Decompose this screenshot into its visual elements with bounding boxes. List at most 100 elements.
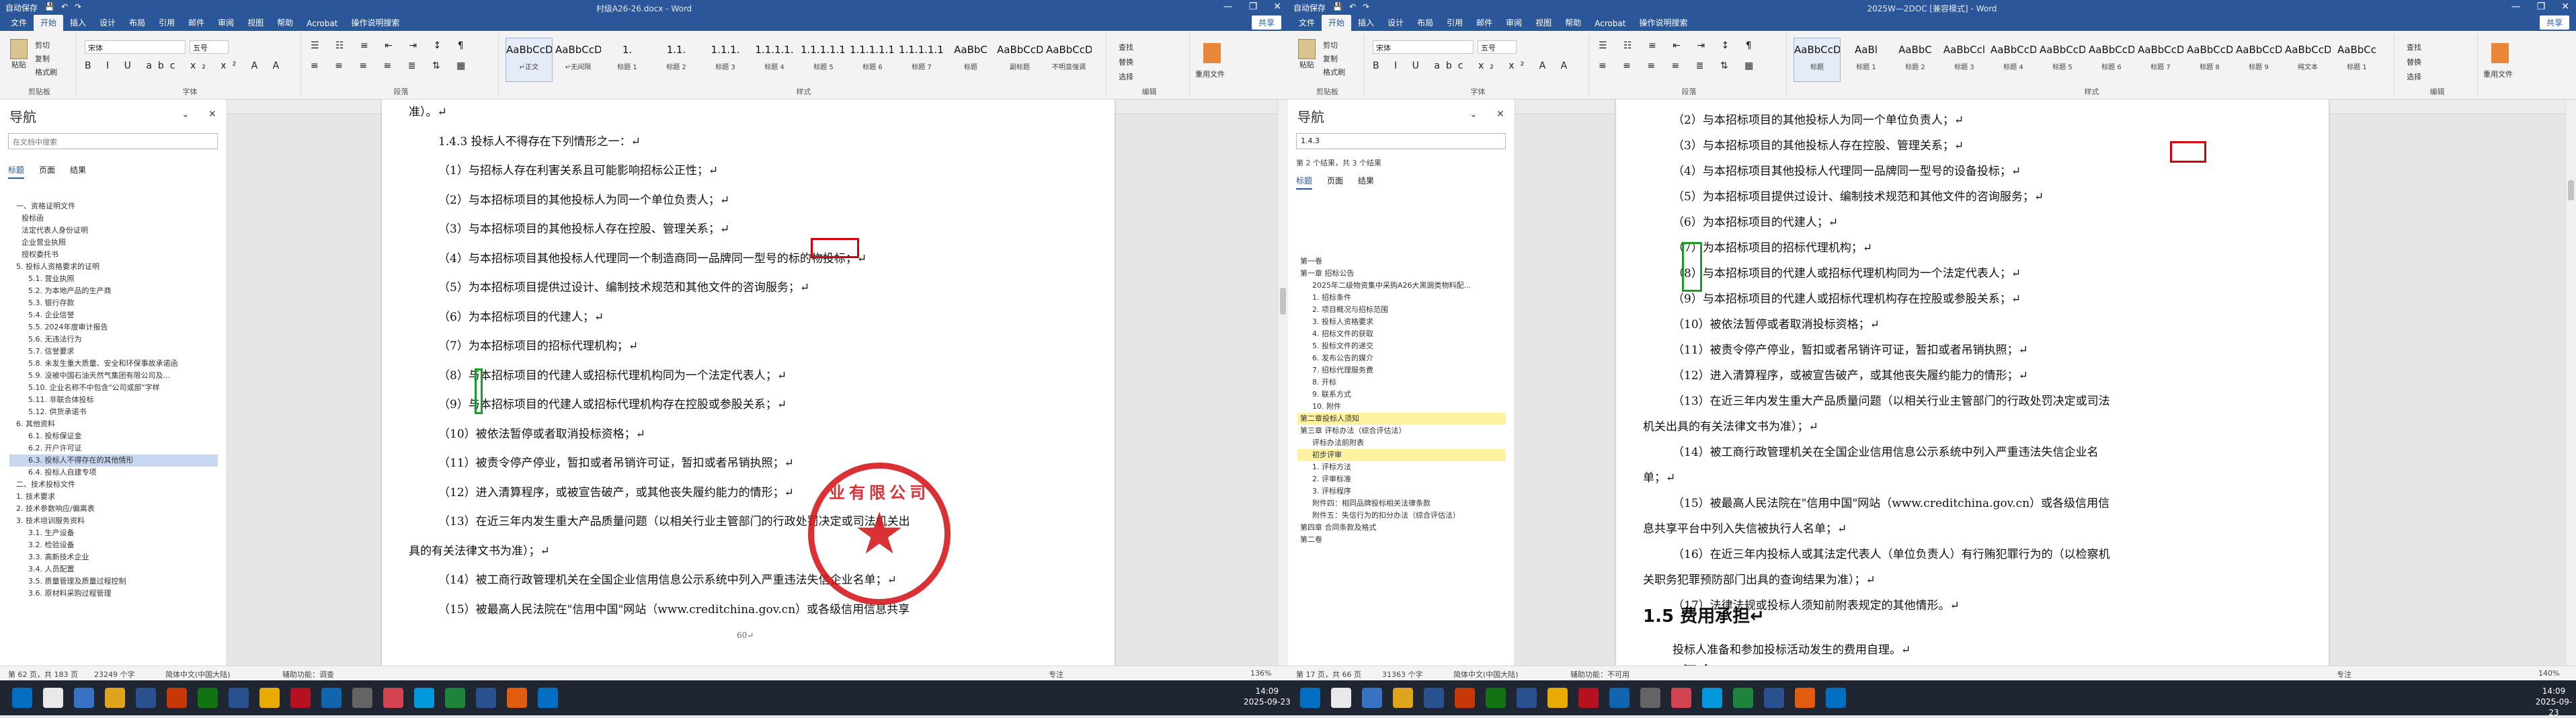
nav-item[interactable]: 第二章投标人须知 <box>1297 413 1506 425</box>
style-gallery-item[interactable]: AaBl 标题 1 <box>1843 38 1890 82</box>
nav-item[interactable]: 1. 评标方法 <box>1297 461 1506 473</box>
taskbar-app-icon[interactable] <box>1331 688 1351 708</box>
style-gallery-item[interactable]: AaBbCcDd 标题 9 <box>2235 38 2282 82</box>
nav-item[interactable]: 初步评审 <box>1297 449 1506 461</box>
nav-item[interactable]: 3.4. 人员配置 <box>9 563 218 575</box>
taskbar-app-icon[interactable] <box>1640 688 1660 708</box>
language[interactable]: 简体中文(中国大陆) <box>1453 669 1519 680</box>
nav-item[interactable]: 5.12. 供货承诺书 <box>9 406 218 418</box>
taskbar-app-icon[interactable] <box>538 688 558 708</box>
font-size-select[interactable]: 五号 <box>190 40 229 54</box>
taskbar-app-icon[interactable] <box>1702 688 1722 708</box>
taskbar-app-icon[interactable] <box>1826 688 1846 708</box>
taskbar-app-icon[interactable] <box>1486 688 1506 708</box>
share-button[interactable]: 共享 <box>2539 15 2569 30</box>
nav-item[interactable]: 5.10. 企业名称不中包含"公司或部"字样 <box>9 382 218 394</box>
nav-tab-pages[interactable]: 页面 <box>39 164 55 179</box>
nav-item[interactable]: 10. 附件 <box>1297 401 1506 413</box>
close-icon[interactable]: ✕ <box>2561 1 2569 12</box>
tab-layout[interactable]: 布局 <box>1410 15 1440 31</box>
style-gallery-item[interactable]: 1.1.1. 标题 3 <box>702 38 749 82</box>
find-button[interactable]: 查找 <box>1119 40 1133 55</box>
tab-design[interactable]: 设计 <box>93 15 122 31</box>
list-buttons[interactable]: ☰ ☷ ≡ ⇤ ⇥ ↕ ¶ <box>1599 40 1759 51</box>
taskbar-app-icon[interactable] <box>321 688 341 708</box>
nav-item[interactable]: 3.6. 原材料采购过程管理 <box>9 588 218 600</box>
taskbar-app-icon[interactable] <box>1795 688 1815 708</box>
taskbar-app-icon[interactable] <box>1547 688 1568 708</box>
close-icon[interactable]: ✕ <box>1273 1 1281 12</box>
nav-options-icon[interactable]: ⌄ <box>182 109 190 120</box>
style-gallery-item[interactable]: AaBbCcDd ↵无间隔 <box>555 38 602 82</box>
format-painter-button[interactable]: 格式刷 <box>35 66 57 79</box>
style-gallery-item[interactable]: AaBbCcD 标题 4 <box>1990 38 2037 82</box>
nav-item[interactable]: 5.2. 为本地产品的生产商 <box>9 285 218 297</box>
nav-item[interactable]: 授权委托书 <box>9 249 218 261</box>
tab-review[interactable]: 审阅 <box>1499 15 1529 31</box>
paste-button[interactable]: 粘贴 <box>1295 39 1319 75</box>
zoom-level[interactable]: 136% <box>1250 669 1271 678</box>
scroll-thumb[interactable] <box>2568 180 2574 200</box>
nav-item[interactable]: 5.11. 非联合体投标 <box>9 394 218 406</box>
style-gallery-item[interactable]: AaBbCcD 副标题 <box>996 38 1043 82</box>
nav-options-icon[interactable]: ⌄ <box>1470 109 1478 120</box>
nav-item[interactable]: 3.1. 生产设备 <box>9 527 218 539</box>
nav-item[interactable]: 5.7. 信誉要求 <box>9 346 218 358</box>
replace-button[interactable]: 替换 <box>1119 55 1133 70</box>
tab-mailings[interactable]: 邮件 <box>1470 15 1499 31</box>
nav-item[interactable]: 6. 其他资料 <box>9 418 218 430</box>
nav-item[interactable]: 第二卷 <box>1297 534 1506 546</box>
taskbar-app-icon[interactable] <box>1671 688 1691 708</box>
style-gallery-item[interactable]: AaBbCcDd 标题 8 <box>2186 38 2233 82</box>
list-buttons[interactable]: ☰ ☷ ≡ ⇤ ⇥ ↕ ¶ <box>311 40 471 51</box>
nav-item[interactable]: 第一章 招标公告 <box>1297 268 1506 280</box>
nav-item[interactable]: 3. 技术培训服务资料 <box>9 515 218 527</box>
clock-right[interactable]: 14:09 2025-09-23 <box>2532 686 2576 718</box>
nav-item[interactable]: 5.4. 企业信誉 <box>9 309 218 321</box>
font-format-buttons[interactable]: B I U abc x₂ x² A A <box>1373 61 1573 71</box>
copy-button[interactable]: 复制 <box>35 52 50 66</box>
style-gallery-item[interactable]: AaBbCcDd 标题 7 <box>2137 38 2184 82</box>
taskbar-app-icon[interactable] <box>1424 688 1444 708</box>
nav-item[interactable]: 附件四：相同品牌投标相关法律条款 <box>1297 497 1506 510</box>
align-buttons[interactable]: ≡ ≡ ≡ ≡ ≣ ⇅ ▦ <box>311 61 472 71</box>
nav-item[interactable]: 3. 投标人资格要求 <box>1297 316 1506 328</box>
nav-item[interactable]: 6. 发布公告的媒介 <box>1297 352 1506 364</box>
reuse-files-button[interactable]: 重用文件 <box>1195 69 1225 79</box>
minimize-icon[interactable]: — <box>1223 1 1233 12</box>
nav-item[interactable]: 1. 招标条件 <box>1297 292 1506 304</box>
style-gallery-item[interactable]: 1.1. 标题 2 <box>653 38 700 82</box>
nav-item[interactable]: 7. 招标代理服务费 <box>1297 364 1506 376</box>
cut-button[interactable]: 剪切 <box>35 39 50 52</box>
taskbar-app-icon[interactable] <box>352 688 372 708</box>
taskbar-app-icon[interactable] <box>445 688 465 708</box>
nav-item[interactable]: 第三章 评标办法（综合评估法） <box>1297 425 1506 437</box>
taskbar-app-icon[interactable] <box>1578 688 1599 708</box>
tab-help[interactable]: 帮助 <box>1558 15 1588 31</box>
style-gallery-item[interactable]: AaBbC 标题 <box>947 38 994 82</box>
format-painter-button[interactable]: 格式刷 <box>1323 66 1345 79</box>
taskbar-app-icon[interactable] <box>1609 688 1629 708</box>
style-gallery-item[interactable]: AaBbCcDd 标题 5 <box>2039 38 2086 82</box>
nav-item[interactable]: 第四章 合同条款及格式 <box>1297 522 1506 534</box>
nav-item[interactable]: 5.5. 2024年度审计报告 <box>9 321 218 333</box>
style-gallery-item[interactable]: 1.1.1.1. 标题 4 <box>751 38 798 82</box>
nav-item[interactable]: 企业营业执照 <box>9 237 218 249</box>
tab-layout[interactable]: 布局 <box>122 15 152 31</box>
nav-item[interactable]: 一、资格证明文件 <box>9 200 218 212</box>
style-gallery-item[interactable]: AaBbCcDd 纯文本 <box>2284 38 2331 82</box>
tab-insert[interactable]: 插入 <box>63 15 93 31</box>
nav-item[interactable]: 二、技术投标文件 <box>9 479 218 491</box>
scroll-thumb[interactable] <box>1280 288 1286 315</box>
taskbar-app-icon[interactable] <box>259 688 280 708</box>
maximize-icon[interactable]: ❐ <box>1249 1 1258 12</box>
nav-item[interactable]: 8. 开标 <box>1297 376 1506 389</box>
taskbar-app-icon[interactable] <box>290 688 311 708</box>
replace-button[interactable]: 替换 <box>2407 55 2421 70</box>
select-button[interactable]: 选择 <box>2407 70 2421 85</box>
nav-item[interactable]: 6.4. 投标人自建专项 <box>9 467 218 479</box>
reuse-files-button[interactable]: 重用文件 <box>2483 69 2513 79</box>
vertical-scrollbar[interactable] <box>1277 99 1288 666</box>
tab-file[interactable]: 文件 <box>4 15 34 31</box>
tab-mailings[interactable]: 邮件 <box>182 15 211 31</box>
